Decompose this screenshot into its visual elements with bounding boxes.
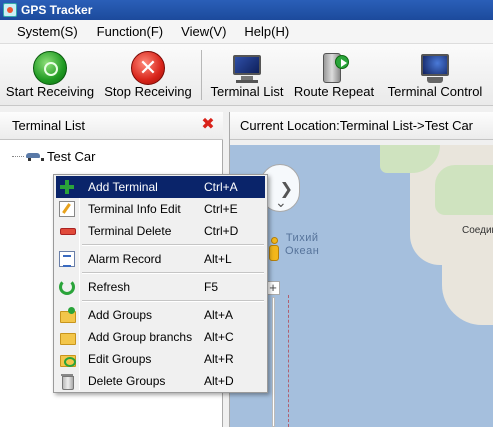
ocean-label-line2: Океан <box>285 245 320 257</box>
alarm-record-icon <box>59 251 75 267</box>
menu-function[interactable]: Function(F) <box>88 24 172 39</box>
stop-receiving-icon: ✕ <box>131 51 165 85</box>
menu-item-label: Add Groups <box>88 308 153 322</box>
route-repeat-icon <box>317 51 351 85</box>
menu-item-alarm-record[interactable]: Alarm Record Alt+L <box>56 248 265 270</box>
tree-connector <box>12 155 24 157</box>
menu-item-shortcut: Alt+A <box>204 308 234 322</box>
terminal-control-label: Terminal Control <box>387 84 483 99</box>
car-icon <box>25 151 44 161</box>
menu-item-refresh[interactable]: Refresh F5 <box>56 276 265 298</box>
terminal-list-panel-title: Terminal List <box>12 118 85 133</box>
menu-item-label: Terminal Info Edit <box>88 202 181 216</box>
start-receiving-button[interactable]: Start Receiving <box>4 46 96 104</box>
zoom-slider[interactable] <box>272 297 275 427</box>
terminal-list-button[interactable]: Terminal List <box>207 46 287 104</box>
edit-icon <box>59 201 75 217</box>
menu-item-terminal-info-edit[interactable]: Terminal Info Edit Ctrl+E <box>56 198 265 220</box>
menu-item-shortcut: Ctrl+A <box>204 180 238 194</box>
menu-separator <box>82 244 264 246</box>
map-boundary-line <box>288 295 289 427</box>
menu-item-label: Alarm Record <box>88 252 162 266</box>
folder-icon <box>59 329 76 345</box>
menu-item-shortcut: Alt+R <box>204 352 234 366</box>
current-location-title: Current Location:Terminal List->Test Car <box>240 118 474 133</box>
menu-item-label: Delete Groups <box>88 374 166 388</box>
stop-receiving-label: Stop Receiving <box>104 84 192 99</box>
ocean-label: Тихий Океан <box>285 232 319 258</box>
chevron-down-icon[interactable]: ⌄ <box>275 194 287 211</box>
start-receiving-icon <box>33 51 67 85</box>
menu-help[interactable]: Help(H) <box>235 24 298 39</box>
menu-item-add-group-branchs[interactable]: Add Group branchs Alt+C <box>56 326 265 348</box>
terminal-list-panel-header: Terminal List ✖ <box>0 112 223 140</box>
toolbar: Start Receiving ✕ Stop Receiving Termina… <box>0 44 493 106</box>
menu-item-label: Add Group branchs <box>88 330 193 344</box>
terminal-list-icon <box>230 51 264 85</box>
folder-add-icon <box>59 307 76 323</box>
delete-icon <box>59 223 76 239</box>
pegman-icon[interactable] <box>267 237 281 267</box>
tree-item-test-car[interactable]: Test Car <box>12 148 95 164</box>
menu-bar: System(S) Function(F) View(V) Help(H) <box>0 20 493 44</box>
menu-item-label: Add Terminal <box>88 180 158 194</box>
menu-item-label: Terminal Delete <box>88 224 172 238</box>
trash-icon <box>59 373 75 390</box>
start-receiving-label: Start Receiving <box>5 84 95 99</box>
window-title: GPS Tracker <box>21 3 93 17</box>
menu-item-label: Edit Groups <box>88 352 152 366</box>
route-repeat-label: Route Repeat <box>293 84 375 99</box>
us-coast-land <box>442 255 493 325</box>
add-icon <box>59 179 75 195</box>
menu-item-label: Refresh <box>88 280 131 294</box>
map-panel-header: Current Location:Terminal List->Test Car <box>230 112 493 140</box>
zoom-in-button[interactable]: + <box>266 281 280 295</box>
menu-item-shortcut: Alt+C <box>204 330 234 344</box>
gps-tracker-app-icon <box>3 3 17 17</box>
menu-item-shortcut: Alt+L <box>204 252 232 266</box>
terminal-list-label: Terminal List <box>210 84 284 99</box>
stop-receiving-button[interactable]: ✕ Stop Receiving <box>102 46 194 104</box>
map-panel: Current Location:Terminal List->Test Car… <box>229 112 493 427</box>
map-view[interactable]: ❯ ⌄ Тихий Океан Соедин + <box>230 145 493 427</box>
ocean-label-line1: Тихий <box>285 232 319 244</box>
route-repeat-button[interactable]: Route Repeat <box>292 46 376 104</box>
tree-item-label: Test Car <box>47 148 96 164</box>
menu-item-edit-groups[interactable]: Edit Groups Alt+R <box>56 348 265 370</box>
terminal-control-icon <box>418 51 452 85</box>
close-icon[interactable]: ✖ <box>200 116 216 134</box>
title-bar: GPS Tracker <box>0 0 493 20</box>
context-menu: Add Terminal Ctrl+A Terminal Info Edit C… <box>53 174 268 393</box>
canada-land <box>435 165 493 215</box>
menu-item-add-terminal[interactable]: Add Terminal Ctrl+A <box>56 176 265 198</box>
menu-item-terminal-delete[interactable]: Terminal Delete Ctrl+D <box>56 220 265 242</box>
refresh-icon <box>59 279 75 295</box>
menu-view[interactable]: View(V) <box>172 24 235 39</box>
menu-item-shortcut: Ctrl+E <box>204 202 238 216</box>
menu-item-shortcut: Ctrl+D <box>204 224 239 238</box>
menu-system[interactable]: System(S) <box>0 24 88 39</box>
folder-edit-icon <box>59 351 76 367</box>
menu-item-delete-groups[interactable]: Delete Groups Alt+D <box>56 370 265 392</box>
terminal-control-button[interactable]: Terminal Control <box>383 46 487 104</box>
toolbar-separator <box>201 50 202 100</box>
menu-item-add-groups[interactable]: Add Groups Alt+A <box>56 304 265 326</box>
menu-separator <box>82 300 264 302</box>
menu-separator <box>82 272 264 274</box>
map-city-label: Соедин <box>462 225 493 236</box>
menu-item-shortcut: Alt+D <box>204 374 234 388</box>
menu-item-shortcut: F5 <box>204 280 219 294</box>
